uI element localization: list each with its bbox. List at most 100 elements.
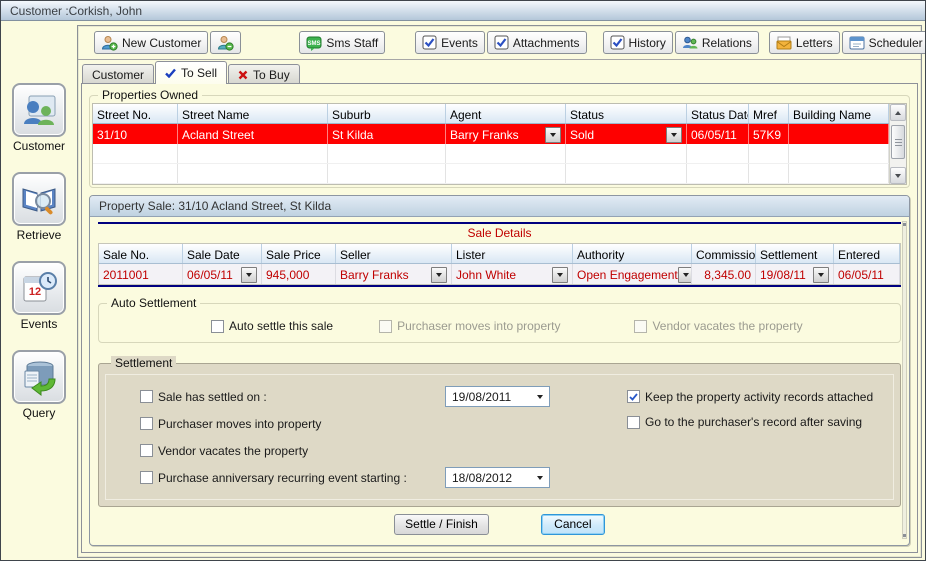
checkbox-box [140,390,153,403]
authority-dropdown-button[interactable] [678,267,692,283]
cell-street-no: 31/10 [93,124,178,144]
envelope-icon [776,36,792,50]
events-button[interactable]: Events [415,31,485,54]
calendar-icon [849,35,865,50]
sidebar-item-label: Events [21,317,58,331]
property-sale-panel: Property Sale: 31/10 Acland Street, St K… [89,195,910,546]
column-header[interactable]: Building Name [789,104,889,123]
sale-date-dropdown-button[interactable] [241,267,257,283]
checkbox-box [140,471,153,484]
vendor-vacates-checkbox[interactable]: Vendor vacates the property [140,444,308,458]
scrollbar-thumb[interactable] [891,125,905,159]
sms-staff-button[interactable]: SMS Sms Staff [299,31,385,54]
chevron-down-icon [537,395,543,399]
sale-panel-scrollbar[interactable] [902,221,907,539]
column-header[interactable]: Sale Price [262,244,336,263]
property-sale-header: Property Sale: 31/10 Acland Street, St K… [90,196,909,217]
checkbox-box [627,416,640,429]
properties-table-header: Street No. Street Name Suburb Agent Stat… [93,104,889,124]
column-header[interactable]: Commission [692,244,756,263]
sidebar-item-label: Query [23,406,56,420]
sale-details-table: Sale No. Sale Date Sale Price Seller Lis… [98,243,901,285]
anniversary-date-combo[interactable]: 18/08/2012 [445,467,550,488]
checkbox-box [379,320,392,333]
sidebar-item-query[interactable] [12,350,66,404]
column-header[interactable]: Agent [446,104,566,123]
table-row[interactable] [93,164,889,184]
attachments-button[interactable]: Attachments [487,31,587,54]
scheduler-button[interactable]: Scheduler [842,31,926,54]
properties-owned-group: Properties Owned Street No. Street Name … [89,88,910,188]
settled-date-combo[interactable]: 19/08/2011 [445,386,550,407]
scrollbar-track[interactable] [890,121,906,167]
auto-settle-checkbox[interactable]: Auto settle this sale [211,319,333,333]
agent-dropdown-button[interactable] [545,127,561,143]
column-header[interactable]: Street Name [178,104,328,123]
checkbox-icon [494,35,509,50]
status-dropdown-button[interactable] [666,127,682,143]
toolbar-button-label: Attachments [513,36,580,50]
cell-building-name [789,124,889,144]
settle-finish-button[interactable]: Settle / Finish [394,514,489,535]
column-header[interactable]: Settlement [756,244,834,263]
column-header[interactable]: Street No. [93,104,178,123]
sale-settled-checkbox[interactable]: Sale has settled on : [140,390,267,404]
anniversary-event-checkbox[interactable]: Purchase anniversary recurring event sta… [140,471,407,485]
column-header[interactable]: Suburb [328,104,446,123]
main-panel: New Customer SMS Sms Staff [77,25,922,558]
properties-table: Street No. Street Name Suburb Agent Stat… [92,103,907,185]
tab-to-sell[interactable]: To Sell [155,61,227,84]
relations-button[interactable]: Relations [675,31,759,54]
cell-status-date: 06/05/11 [687,124,749,144]
tab-label: Customer [92,68,144,82]
purchaser-moves-checkbox[interactable]: Purchaser moves into property [140,417,321,431]
toolbar-button-label: Events [441,36,478,50]
x-icon [238,70,248,80]
vendor-vacates-checkbox-disabled: Vendor vacates the property [634,319,802,333]
action-buttons: Settle / Finish Cancel [98,509,901,539]
properties-table-scrollbar[interactable] [889,104,906,184]
seller-dropdown-button[interactable] [431,267,447,283]
retrieve-icon [19,179,59,219]
sale-details-label: Sale Details [98,224,901,243]
column-header[interactable]: Mref [749,104,789,123]
column-header[interactable]: Status [566,104,687,123]
column-header[interactable]: Authority [573,244,692,263]
keep-records-checkbox[interactable]: Keep the property activity records attac… [627,390,873,404]
sidebar-item-retrieve[interactable] [12,172,66,226]
column-header[interactable]: Entered [834,244,900,263]
scroll-down-button[interactable] [890,167,906,184]
toolbar-button-label: Letters [796,36,833,50]
letters-button[interactable]: Letters [769,31,840,54]
toolbar-button-label: History [629,36,666,50]
cell-commission: 8,345.00 [692,264,756,284]
sidebar-item-label: Retrieve [17,228,62,242]
cancel-button[interactable]: Cancel [541,514,605,535]
column-header[interactable]: Lister [452,244,573,263]
column-header[interactable]: Seller [336,244,452,263]
lister-dropdown-button[interactable] [552,267,568,283]
to-sell-tab-content: Properties Owned Street No. Street Name … [81,83,918,553]
column-header[interactable]: Status Date [687,104,749,123]
cell-sale-date: 06/05/11 [183,264,262,284]
table-row[interactable] [93,144,889,164]
window-title: Customer :Corkish, John [10,4,142,18]
column-header[interactable]: Sale Date [183,244,262,263]
tab-to-buy[interactable]: To Buy [228,64,300,84]
settlement-dropdown-button[interactable] [813,267,829,283]
sidebar-item-customer[interactable] [12,83,66,137]
new-customer-button[interactable]: New Customer [94,31,208,54]
remove-customer-button[interactable] [210,31,241,54]
settlement-group: Settlement Sale has settled on : [98,356,901,507]
title-bar[interactable]: Customer :Corkish, John [1,1,925,21]
scroll-up-button[interactable] [890,104,906,121]
column-header[interactable]: Sale No. [99,244,183,263]
events-calendar-icon: 12 [19,268,59,308]
tab-customer[interactable]: Customer [82,64,154,84]
customers-icon [19,90,59,130]
sidebar-item-events[interactable]: 12 [12,261,66,315]
table-row-selected[interactable]: 31/10 Acland Street St Kilda Barry Frank… [93,124,889,144]
sale-table-row[interactable]: 2011001 06/05/11 945,000 Barry Franks [99,264,900,284]
goto-purchaser-checkbox[interactable]: Go to the purchaser's record after savin… [627,415,862,429]
history-button[interactable]: History [603,31,673,54]
